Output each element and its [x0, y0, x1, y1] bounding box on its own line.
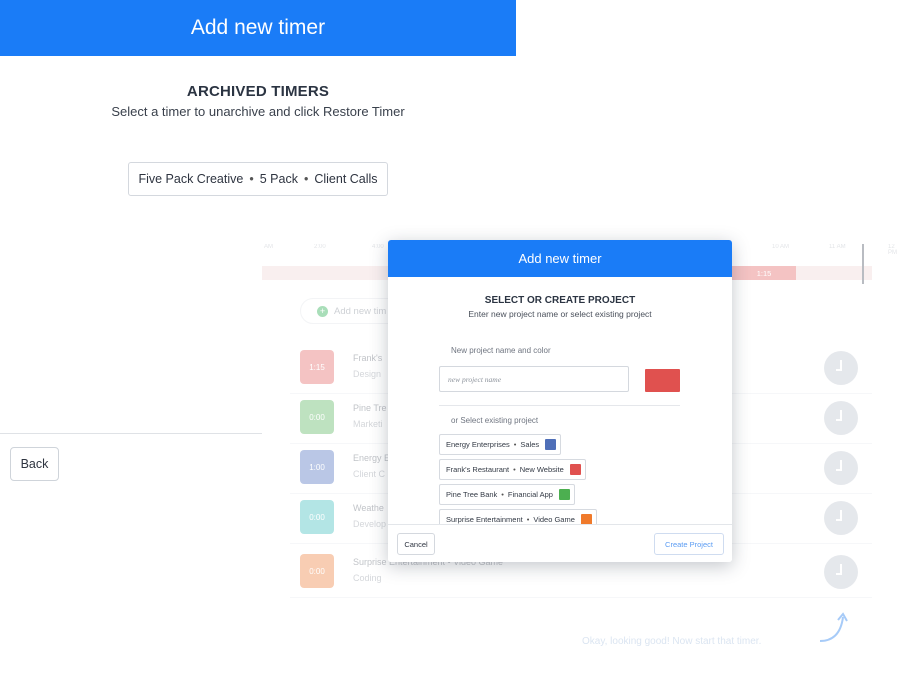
- modal-subheading: Enter new project name or select existin…: [468, 309, 652, 319]
- timer-duration: 1:00: [300, 450, 334, 484]
- timer-client: Pine Tre: [353, 403, 387, 413]
- modal-title: Add new timer: [518, 251, 602, 266]
- divider: [439, 405, 680, 406]
- separator-dot: •: [303, 172, 309, 186]
- timeline-cursor: [862, 244, 864, 284]
- project-color-swatch: [558, 489, 570, 500]
- timer-client: Energy E: [353, 453, 391, 463]
- archived-timer-project: 5 Pack: [259, 172, 298, 186]
- project-option[interactable]: Energy Enterprises • Sales: [439, 434, 562, 455]
- project-client: Frank's Restaurant: [446, 465, 510, 474]
- archived-timers-subtitle: Select a timer to unarchive and click Re…: [111, 104, 405, 119]
- project-color-swatch: [569, 464, 581, 475]
- start-timer-clock-icon[interactable]: [824, 451, 858, 485]
- separator-dot: •: [513, 440, 517, 449]
- project-option[interactable]: Frank's Restaurant • New Website: [439, 459, 586, 480]
- project-color-picker[interactable]: [645, 369, 680, 392]
- curved-arrow-icon: [819, 612, 848, 642]
- start-timer-clock-icon[interactable]: [824, 351, 858, 385]
- archived-timer-client: Five Pack Creative: [138, 172, 244, 186]
- timer-task: Marketi: [353, 419, 383, 429]
- start-timer-clock-icon[interactable]: [824, 555, 858, 589]
- modal-heading: SELECT OR CREATE PROJECT: [484, 295, 636, 306]
- start-timer-clock-icon[interactable]: [824, 401, 858, 435]
- timer-task: Design: [353, 369, 382, 379]
- add-new-timer-label: Add new tim: [334, 305, 387, 317]
- plus-icon: +: [317, 305, 328, 317]
- project-client: Surprise Entertainment: [446, 515, 523, 524]
- project-name: Video Game: [533, 515, 575, 524]
- separator-dot: •: [526, 515, 530, 524]
- project-name: New Website: [519, 465, 564, 474]
- timer-duration: 1:15: [300, 350, 334, 384]
- add-timer-modal: Add new timer SELECT OR CREATE PROJECT E…: [388, 240, 732, 562]
- existing-project-label: or Select existing project: [451, 416, 539, 425]
- project-row: Frank's Restaurant • New Website: [439, 459, 699, 484]
- divider: [0, 433, 262, 434]
- project-client: Energy Enterprises: [446, 440, 510, 449]
- project-client: Pine Tree Bank: [446, 490, 498, 499]
- timeline-tick: AM: [264, 244, 273, 250]
- timeline-tick: 4:00: [372, 244, 384, 250]
- timeline-tick: 10 AM: [772, 244, 790, 250]
- project-option[interactable]: Pine Tree Bank • Financial App: [439, 484, 575, 505]
- new-project-name-input[interactable]: [439, 366, 629, 392]
- existing-project-list: Energy Enterprises • Sales Frank's Resta…: [439, 434, 699, 526]
- timeline-tick: 11 AM: [829, 244, 846, 250]
- onboarding-hint: Okay, looking good! Now start that timer…: [582, 636, 762, 647]
- archived-timers-title: ARCHIVED TIMERS: [186, 83, 330, 100]
- back-button[interactable]: Back: [10, 447, 59, 481]
- timer-client: Frank's: [353, 353, 383, 363]
- separator-dot: •: [249, 172, 254, 186]
- timer-duration: 0:00: [300, 554, 334, 588]
- start-timer-clock-icon[interactable]: [824, 501, 858, 535]
- project-name: Sales: [520, 440, 540, 449]
- new-project-label: New project name and color: [451, 346, 551, 355]
- archived-timer-task: Client Calls: [314, 172, 378, 186]
- project-color-swatch: [545, 439, 557, 450]
- timeline-entry[interactable]: 1:15: [732, 266, 796, 280]
- timer-task: Coding: [353, 573, 382, 583]
- archived-timer-item[interactable]: Five Pack Creative • 5 Pack • Client Cal…: [128, 162, 388, 196]
- page-header-title: Add new timer: [190, 16, 326, 39]
- cancel-button[interactable]: Cancel: [397, 533, 435, 555]
- separator-dot: •: [501, 490, 504, 499]
- page-header: Add new timer: [0, 0, 516, 56]
- timer-task: Develop: [353, 519, 387, 529]
- timeline-tick: 2:00: [314, 244, 326, 250]
- timer-task: Client C: [353, 469, 386, 479]
- project-row: Pine Tree Bank • Financial App: [439, 484, 699, 509]
- timeline-tick: 12 PM: [888, 244, 897, 256]
- timer-client: Weathe: [353, 503, 384, 513]
- separator-dot: •: [513, 465, 516, 474]
- create-project-button[interactable]: Create Project: [654, 533, 724, 555]
- timer-duration: 0:00: [300, 400, 334, 434]
- timer-duration: 0:00: [300, 500, 334, 534]
- modal-footer: Cancel Create Project: [388, 524, 732, 562]
- modal-header: Add new timer: [388, 240, 732, 277]
- project-row: Energy Enterprises • Sales: [439, 434, 699, 459]
- project-name: Financial App: [507, 490, 553, 499]
